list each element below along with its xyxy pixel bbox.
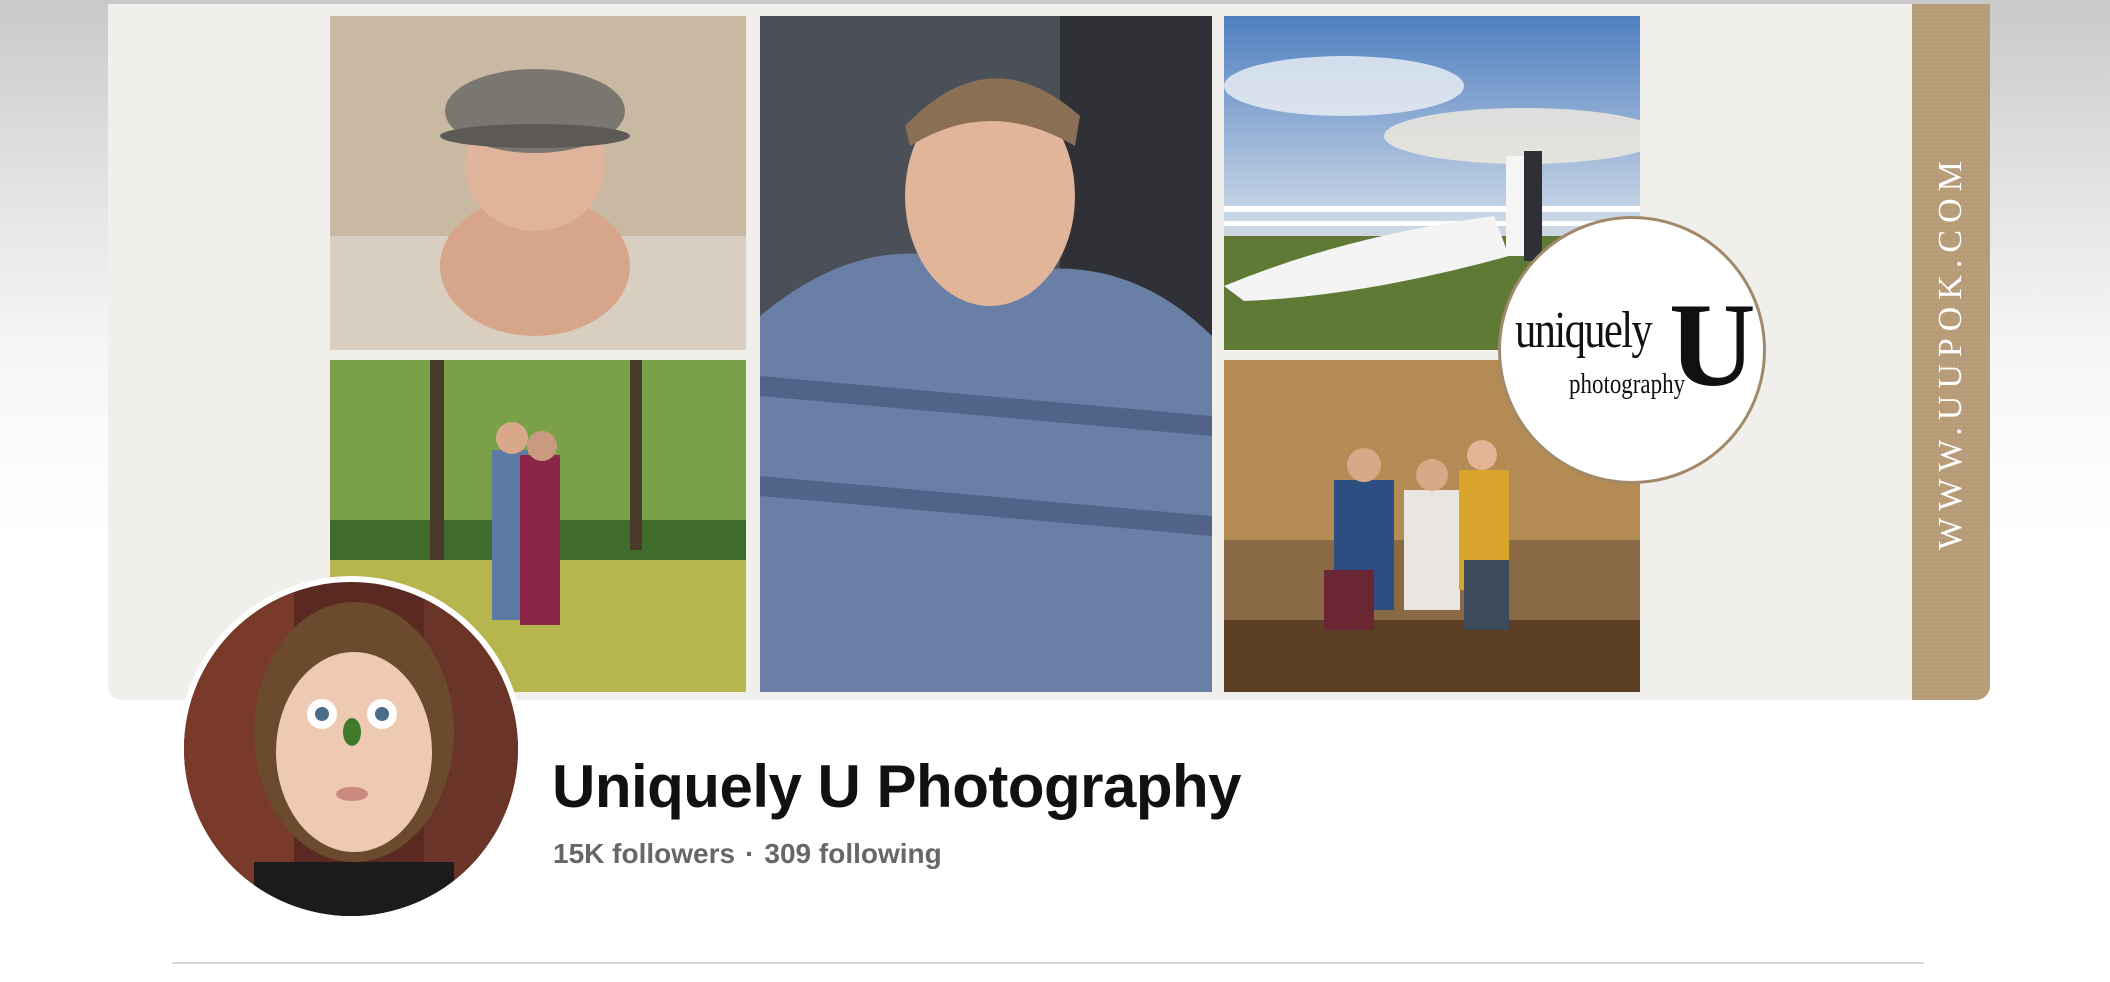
stats-separator: · [745, 838, 755, 869]
section-divider [172, 962, 1924, 964]
newborn-photo [330, 16, 746, 350]
logo-tagline: photography [1569, 369, 1686, 400]
profile-avatar[interactable] [178, 576, 524, 922]
page-title: Uniquely U Photography [552, 753, 1242, 820]
senior-portrait-photo [760, 16, 1212, 692]
website-url: WWW.UUPOK.COM [1932, 154, 1969, 550]
avatar-image [184, 582, 518, 916]
followers-link[interactable]: 15K followers [553, 838, 735, 869]
logo-word: uniquely [1515, 302, 1653, 359]
following-link[interactable]: 309 following [764, 838, 941, 869]
website-strip: WWW.UUPOK.COM [1912, 4, 1990, 700]
brand-logo: uniquely U photography [1498, 216, 1766, 484]
follow-stats: 15K followers · 309 following [553, 838, 942, 870]
